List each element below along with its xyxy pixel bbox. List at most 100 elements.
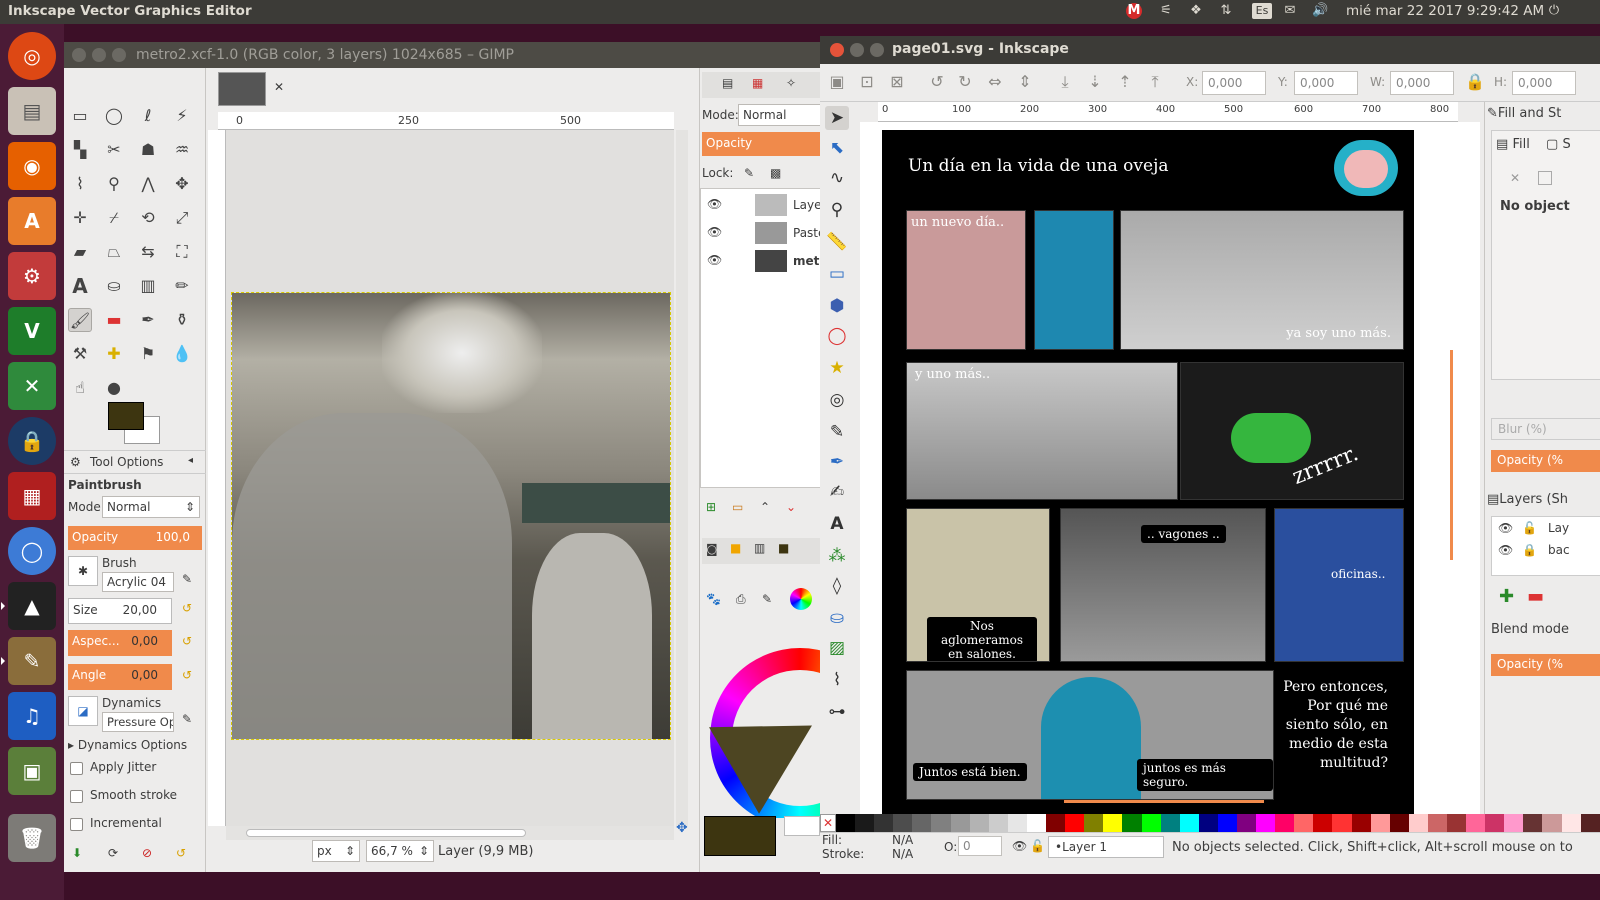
keyboard-layout-indicator[interactable]: Es [1252, 3, 1272, 19]
lock-icon[interactable]: 🔓 [1522, 521, 1537, 535]
tab-stroke-paint[interactable]: ▢ S [1546, 137, 1571, 152]
close-icon[interactable] [830, 43, 844, 57]
opacity-slider[interactable]: Opacity (% [1491, 450, 1600, 472]
transfer-icon[interactable]: ⇅ [1218, 3, 1234, 19]
apply-jitter-checkbox[interactable] [70, 762, 83, 775]
panel-new-day[interactable]: un nuevo día.. [906, 210, 1026, 350]
palette-swatch[interactable] [1466, 814, 1486, 832]
star-tool-icon[interactable]: ★ [825, 356, 849, 380]
ubuntu-dash-icon[interactable]: ◎ [8, 32, 56, 80]
panel-alarm[interactable]: zrrrrr. [1180, 362, 1404, 500]
ellipse-select-icon[interactable]: ◯ [102, 104, 126, 128]
system-menu-icon[interactable]: ⏻ [1546, 3, 1562, 19]
x-input[interactable]: 0,000 [1202, 71, 1266, 95]
paths-icon[interactable]: ♒ [170, 138, 194, 162]
palette-swatch[interactable] [1065, 814, 1085, 832]
spiral-tool-icon[interactable]: ◎ [825, 388, 849, 412]
bucket-fill-icon[interactable]: ⛀ [102, 274, 126, 298]
close-tab-icon[interactable]: ✕ [274, 80, 284, 94]
fg-color-swatch[interactable] [704, 816, 776, 856]
cage-icon[interactable]: ⛶ [170, 240, 194, 264]
deselect-icon[interactable]: ⊠ [886, 72, 908, 94]
opacity-input[interactable]: 0 [958, 836, 1002, 856]
audacity-icon[interactable]: ♫ [8, 692, 56, 740]
reset-aspect-icon[interactable]: ↺ [182, 634, 192, 648]
eye-icon[interactable]: 👁 [1498, 521, 1513, 535]
measure-icon[interactable]: ⋀ [136, 172, 160, 196]
dropper-tool-icon[interactable]: ⌇ [825, 668, 849, 692]
sheep-avatar[interactable] [1334, 140, 1398, 196]
canvas-scrollbar[interactable] [1450, 350, 1453, 560]
node-tool-icon[interactable]: ⬉ [825, 136, 849, 160]
brush-tab-icon[interactable]: ✎ [762, 592, 772, 606]
calligraphy-tool-icon[interactable]: ✍ [825, 480, 849, 504]
eraser-icon[interactable]: ▬ [102, 308, 126, 332]
panel-salons[interactable]: Nos aglomeramos en salones. [906, 508, 1050, 662]
palette-swatch[interactable] [1351, 814, 1371, 832]
text-tool-icon[interactable]: A [68, 274, 92, 298]
rect-select-icon[interactable]: ▭ [68, 104, 92, 128]
shear-icon[interactable]: ▰ [68, 240, 92, 264]
flip-icon[interactable]: ⇆ [136, 240, 160, 264]
angle-slider[interactable]: Angle 0,00 [68, 664, 172, 690]
lower-to-bottom-icon[interactable]: ⤓ [1054, 72, 1076, 94]
palette-swatch[interactable] [1294, 814, 1314, 832]
palette-swatch[interactable] [1427, 814, 1447, 832]
gradient-tool-icon[interactable]: ▨ [825, 636, 849, 660]
palette-swatch[interactable] [1256, 814, 1276, 832]
panel-together[interactable]: Juntos está bien. juntos es más seguro. [906, 670, 1274, 800]
canvas-h-scrollbar[interactable] [1064, 800, 1264, 803]
scale-icon[interactable]: ⤢ [170, 206, 194, 230]
zoom-select[interactable]: 66,7 % ⇕ [366, 840, 434, 862]
ellipse-tool-icon[interactable]: ◯ [825, 324, 849, 348]
palette-swatch[interactable] [969, 814, 989, 832]
paths-tab-icon[interactable]: ✧ [786, 76, 796, 90]
text-tool-icon[interactable]: A [825, 512, 849, 536]
clone-icon[interactable]: ⚒ [68, 342, 92, 366]
visibility-eye-icon[interactable]: 👁 [707, 253, 722, 267]
color-wheel-tab-icon[interactable] [790, 588, 812, 610]
crop-icon[interactable]: ⌿ [102, 206, 126, 230]
palette-swatch[interactable] [1103, 814, 1123, 832]
blur-slider[interactable]: Blur (%) [1491, 418, 1600, 440]
palette-swatch[interactable] [1026, 814, 1047, 832]
save-options-icon[interactable]: ⬇ [72, 846, 82, 860]
remove-layer-icon[interactable]: ▬ [1527, 586, 1544, 607]
no-paint-icon[interactable]: ✕ [1510, 171, 1520, 185]
new-layer-icon[interactable]: ⊞ [706, 500, 716, 514]
gradient-tab-icon[interactable]: ▥ [754, 541, 765, 555]
rect-tool-icon[interactable]: ▭ [825, 262, 849, 286]
minimize-icon[interactable] [92, 48, 106, 62]
palette-swatch[interactable] [1370, 814, 1390, 832]
lock-alpha-icon[interactable]: ▩ [770, 166, 781, 180]
layer-row[interactable]: 👁 Paste [701, 221, 825, 247]
select-all-icon[interactable]: ▣ [826, 72, 848, 94]
tab-menu-icon[interactable]: ◂ [188, 455, 193, 466]
unit-select[interactable]: px ⇕ [312, 840, 360, 862]
palette-swatch[interactable] [1504, 814, 1524, 832]
palette-swatch[interactable] [1046, 814, 1066, 832]
dropbox-icon[interactable]: ❖ [1188, 3, 1204, 19]
mode-select[interactable]: Normal ⇕ [102, 496, 200, 518]
pencil-tool-icon[interactable]: ✎ [825, 420, 849, 444]
palette-swatch[interactable] [1217, 814, 1237, 832]
palette-swatch[interactable] [1332, 814, 1352, 832]
palette-swatch[interactable] [912, 814, 932, 832]
connector-tool-icon[interactable]: ⊶ [825, 700, 849, 724]
palette-swatch[interactable] [1141, 814, 1161, 832]
navigate-icon[interactable]: ✥ [676, 820, 688, 836]
fuzzy-select-icon[interactable]: ⚡ [170, 104, 194, 128]
foreground-color-front[interactable] [108, 402, 144, 430]
panel-wagons[interactable]: .. vagones .. [1060, 508, 1266, 662]
ink-icon[interactable]: ⚱ [170, 308, 194, 332]
trash-icon[interactable]: 🗑 [8, 814, 56, 862]
palette-swatch[interactable] [1447, 814, 1467, 832]
palette-swatch[interactable] [1485, 814, 1505, 832]
lock-icon[interactable]: 🔒 [1522, 543, 1537, 557]
palette-swatch[interactable] [1122, 814, 1142, 832]
dynamics-options-expander[interactable]: ▸ Dynamics Options [68, 738, 187, 752]
palette-swatch[interactable] [1179, 814, 1199, 832]
gimp-icon[interactable]: ✎ [1, 637, 56, 685]
palette-swatch[interactable] [1389, 814, 1409, 832]
palette-swatch[interactable] [855, 814, 875, 832]
